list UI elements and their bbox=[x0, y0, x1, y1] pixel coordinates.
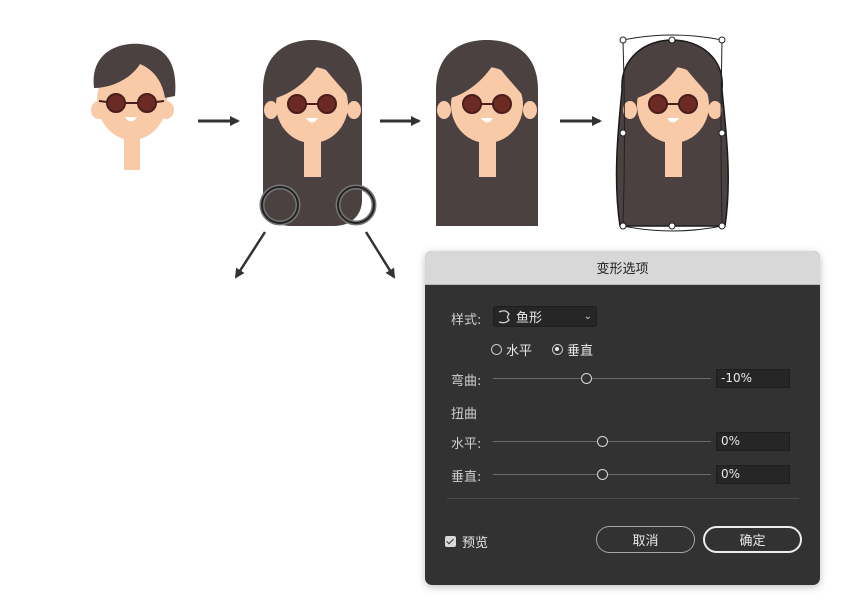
horizontal-distortion-label: 水平: bbox=[451, 437, 482, 452]
character-step-2 bbox=[259, 40, 377, 226]
style-dropdown[interactable]: 鱼形 ⌄ bbox=[493, 306, 597, 327]
dialog-divider bbox=[447, 498, 799, 499]
bend-slider-track[interactable] bbox=[493, 378, 711, 379]
arrow-down-right bbox=[364, 231, 396, 279]
distortion-heading: 扭曲 bbox=[451, 407, 478, 422]
arch-shape-icon bbox=[498, 309, 510, 323]
radio-horizontal[interactable]: 水平 bbox=[491, 340, 532, 359]
character-step-4 bbox=[615, 34, 729, 232]
preview-checkbox[interactable]: 预览 bbox=[445, 532, 488, 551]
cancel-button[interactable]: 取消 bbox=[596, 526, 695, 553]
ok-button[interactable]: 确定 bbox=[703, 526, 802, 553]
radio-vertical-indicator[interactable] bbox=[552, 344, 563, 355]
character-step-1 bbox=[91, 43, 176, 170]
bend-value-field[interactable]: -10% bbox=[716, 369, 790, 388]
vertical-distortion-slider-thumb[interactable] bbox=[596, 469, 608, 480]
preview-checkbox-box[interactable] bbox=[445, 536, 456, 547]
bend-label: 弯曲: bbox=[451, 374, 482, 389]
horizontal-distortion-slider-thumb[interactable] bbox=[596, 436, 608, 447]
radio-horizontal-label: 水平 bbox=[506, 344, 533, 359]
style-dropdown-value: 鱼形 bbox=[516, 311, 543, 326]
preview-label: 预览 bbox=[462, 536, 489, 551]
radio-vertical-label: 垂直 bbox=[567, 344, 594, 359]
radio-horizontal-indicator[interactable] bbox=[491, 344, 502, 355]
vertical-distortion-value-field[interactable]: 0% bbox=[716, 465, 790, 484]
vertical-distortion-label: 垂直: bbox=[451, 470, 482, 485]
horizontal-distortion-value-field[interactable]: 0% bbox=[716, 432, 790, 451]
style-label: 样式: bbox=[451, 313, 482, 328]
character-step-3 bbox=[436, 40, 538, 226]
radio-vertical[interactable]: 垂直 bbox=[552, 340, 593, 359]
arrow-down-left bbox=[234, 231, 267, 279]
bend-slider-thumb[interactable] bbox=[581, 373, 593, 384]
warp-options-dialog: 变形选项 样式: 鱼形 ⌄ 水平 垂直 弯曲: -10% 扭曲 水平: 0% 垂… bbox=[425, 251, 820, 585]
chevron-down-icon: ⌄ bbox=[583, 311, 592, 322]
dialog-title: 变形选项 bbox=[425, 251, 820, 285]
